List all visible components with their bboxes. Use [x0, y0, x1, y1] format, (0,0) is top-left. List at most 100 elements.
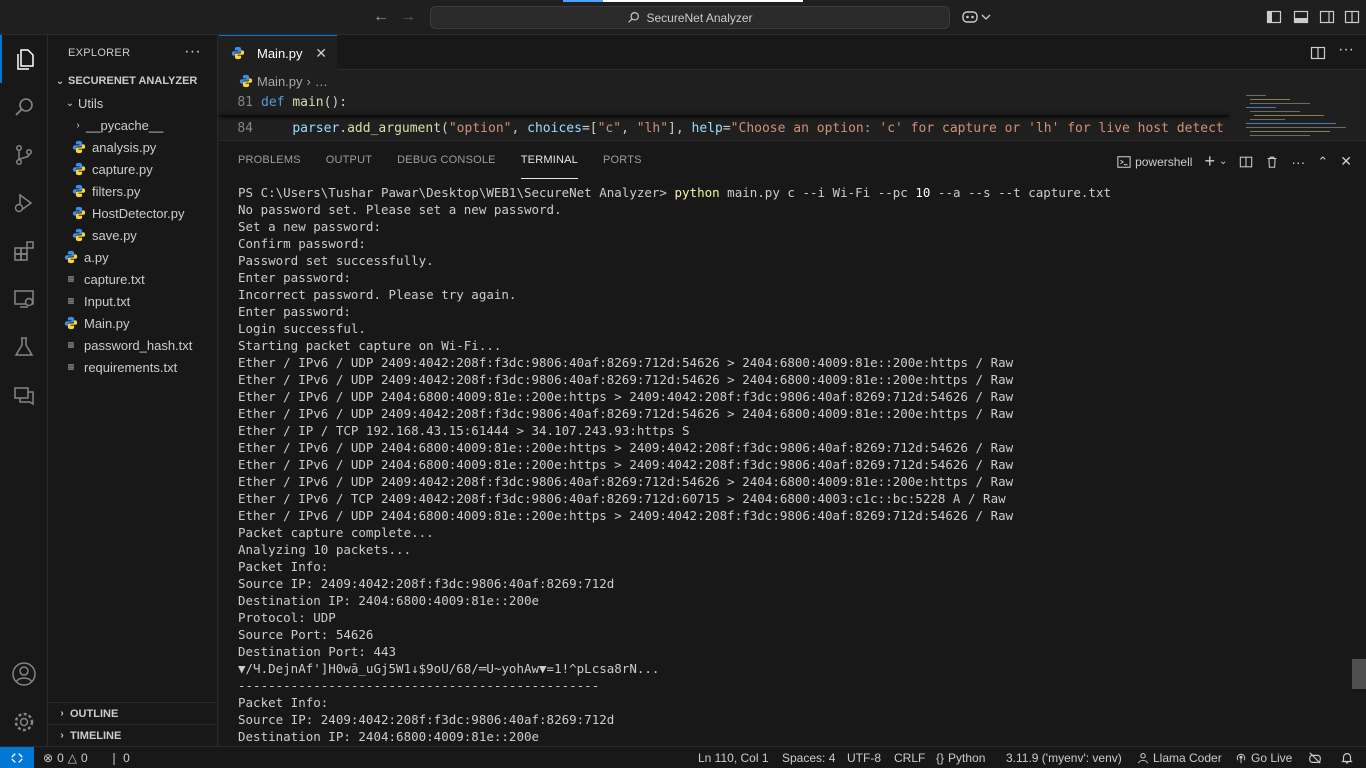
problems-status[interactable]: ⊗ 0 △ 0	[43, 747, 88, 768]
account-icon[interactable]	[0, 650, 48, 698]
chevron-down-icon[interactable]: ⌄	[1219, 156, 1227, 167]
timeline-section[interactable]: › TIMELINE	[48, 724, 218, 746]
code-function: main	[292, 94, 324, 110]
maximize-panel-icon[interactable]: ⌃	[1317, 154, 1328, 170]
remote-indicator[interactable]	[0, 747, 34, 768]
minimap[interactable]	[1232, 92, 1354, 140]
file-item[interactable]: ≡ requirements.txt	[48, 356, 218, 378]
file-item[interactable]: capture.py	[48, 158, 218, 180]
more-actions-icon[interactable]: ···	[1291, 154, 1305, 170]
language-mode[interactable]: {} Python	[936, 747, 985, 768]
remote-explorer-icon[interactable]	[0, 275, 48, 323]
tab-output[interactable]: OUTPUT	[326, 141, 372, 179]
breadcrumb-file[interactable]: Main.py	[257, 74, 303, 89]
file-label: capture.txt	[84, 271, 145, 287]
copilot-icon[interactable]	[962, 9, 992, 25]
toggle-secondary-sidebar-icon[interactable]	[1319, 9, 1335, 25]
testing-icon[interactable]	[0, 323, 48, 371]
terminal-line: Login successful.	[238, 321, 366, 336]
code-line[interactable]: 84 parser. add_argument("option", choices…	[219, 118, 1229, 138]
chevron-right-icon: ›	[60, 708, 64, 719]
editor-tabs: Main.py ✕ ···	[219, 35, 1366, 70]
command-center-search[interactable]: SecureNet Analyzer	[430, 6, 950, 29]
search-icon[interactable]	[0, 83, 48, 131]
terminal-line: Ether / IPv6 / UDP 2404:6800:4009:81e::2…	[238, 440, 1014, 455]
more-actions-icon[interactable]: ···	[1338, 41, 1354, 59]
terminal-line: Set a new password:	[238, 219, 381, 234]
explorer-icon[interactable]	[0, 35, 48, 83]
project-root[interactable]: ⌄ SECURENET ANALYZER	[48, 70, 218, 92]
file-item[interactable]: ≡ Input.txt	[48, 290, 218, 312]
code-string: "lh"	[636, 120, 669, 136]
tab-ports[interactable]: PORTS	[603, 141, 642, 179]
python-file-icon	[72, 206, 86, 220]
terminal-line: ▼/Ч.DejnAf']H0wā_uGj5W1↓$9oU/68/═U~yohAw…	[238, 661, 660, 676]
file-item[interactable]: a.py	[48, 246, 218, 268]
explorer-title: EXPLORER	[68, 46, 131, 59]
file-item[interactable]: ≡ capture.txt	[48, 268, 218, 290]
terminal-line: Ether / IP / TCP 192.168.43.15:61444 > 3…	[238, 423, 690, 438]
breadcrumb-separator: ›	[306, 73, 311, 89]
close-panel-icon[interactable]: ✕	[1340, 153, 1352, 170]
go-live-label: Go Live	[1251, 751, 1293, 765]
arrow-right-icon[interactable]: →	[399, 8, 417, 26]
code-line[interactable]: 81 def main ():	[219, 92, 1229, 112]
chat-icon[interactable]	[0, 371, 48, 419]
tab-problems[interactable]: PROBLEMS	[238, 141, 301, 179]
terminal-shell-selector[interactable]: powershell	[1117, 155, 1192, 169]
shell-name: powershell	[1135, 154, 1193, 169]
file-item[interactable]: save.py	[48, 224, 218, 246]
toggle-panel-icon[interactable]	[1293, 9, 1309, 25]
title-bar: ← → SecureNet Analyzer	[0, 0, 1366, 35]
explorer-header: EXPLORER ···	[48, 35, 217, 70]
terminal-line: Packet Info:	[238, 559, 329, 574]
file-item[interactable]: filters.py	[48, 180, 218, 202]
tab-terminal[interactable]: TERMINAL	[520, 141, 578, 179]
split-editor-icon[interactable]	[1310, 45, 1326, 64]
llama-coder-status[interactable]: Llama Coder	[1137, 747, 1222, 768]
folder-utils[interactable]: ⌄ Utils	[48, 92, 218, 114]
accounts-status-icon[interactable]	[1308, 747, 1322, 768]
new-terminal-icon[interactable]: +	[1204, 151, 1215, 172]
file-item[interactable]: ≡ password_hash.txt	[48, 334, 218, 356]
trash-icon[interactable]	[1265, 155, 1279, 169]
customize-layout-icon[interactable]	[1344, 9, 1360, 25]
python-interpreter[interactable]: 3.11.9 ('myenv': venv)	[1006, 747, 1122, 768]
toggle-sidebar-icon[interactable]	[1266, 9, 1282, 25]
encoding[interactable]: UTF-8	[847, 747, 881, 768]
tab-debug-console[interactable]: DEBUG CONSOLE	[397, 141, 496, 179]
split-terminal-icon[interactable]	[1239, 155, 1253, 169]
line-ending[interactable]: CRLF	[894, 747, 925, 768]
more-actions-icon[interactable]: ···	[184, 43, 201, 61]
outline-label: OUTLINE	[70, 707, 119, 720]
outline-section[interactable]: › OUTLINE	[48, 702, 218, 724]
terminal-args: --a --s --t capture.txt	[930, 185, 1112, 200]
extensions-icon[interactable]	[0, 227, 48, 275]
terminal-line: Destination IP: 2404:6800:4009:81e::200e	[238, 593, 540, 608]
language-label: Python	[948, 751, 986, 765]
folder-pycache[interactable]: › __pycache__	[48, 114, 218, 136]
ports-count: 0	[123, 751, 130, 765]
file-item[interactable]: HostDetector.py	[48, 202, 218, 224]
terminal-scrollbar[interactable]	[1352, 659, 1366, 689]
notifications-icon[interactable]	[1340, 747, 1354, 768]
terminal-output[interactable]: PS C:\Users\Tushar Pawar\Desktop\WEB1\Se…	[238, 184, 1348, 749]
tab-main-py[interactable]: Main.py ✕	[219, 35, 337, 70]
go-live-button[interactable]: Go Live	[1235, 747, 1292, 768]
warning-icon: △	[67, 751, 77, 765]
file-item[interactable]: analysis.py	[48, 136, 218, 158]
close-icon[interactable]: ✕	[315, 45, 327, 62]
breadcrumb-symbol[interactable]: …	[315, 74, 328, 89]
indentation[interactable]: Spaces: 4	[782, 747, 835, 768]
arrow-left-icon[interactable]: ←	[372, 8, 390, 26]
file-item[interactable]: Main.py	[48, 312, 218, 334]
python-file-icon	[72, 162, 86, 176]
cursor-position[interactable]: Ln 110, Col 1	[698, 747, 769, 768]
ports-status[interactable]: ❘️ 0	[109, 747, 130, 768]
braces-icon: {}	[936, 751, 945, 765]
run-debug-icon[interactable]	[0, 179, 48, 227]
terminal-line: Enter password:	[238, 304, 351, 319]
terminal-line: Ether / IPv6 / UDP 2404:6800:4009:81e::2…	[238, 457, 1014, 472]
source-control-icon[interactable]	[0, 131, 48, 179]
settings-icon[interactable]	[0, 698, 48, 746]
